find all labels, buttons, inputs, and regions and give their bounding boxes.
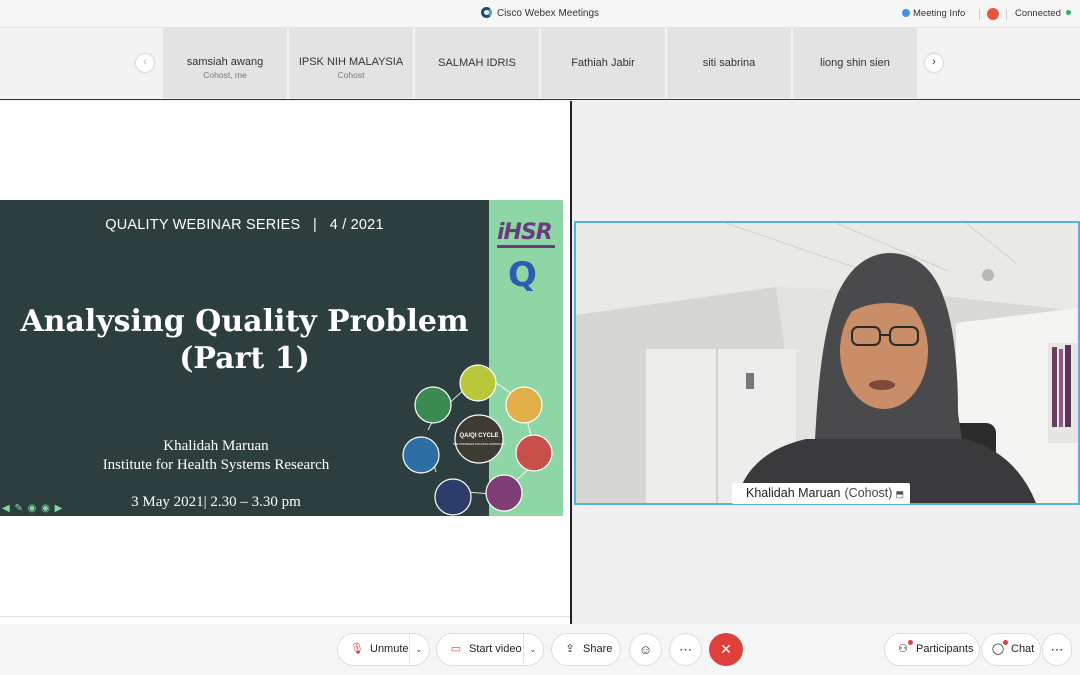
cycle-node xyxy=(434,478,472,516)
cycle-node xyxy=(515,434,553,472)
quality-q-logo: Q xyxy=(508,255,537,295)
notification-dot xyxy=(1003,640,1008,645)
strip-next-button[interactable]: › xyxy=(925,54,943,72)
participant-tile[interactable]: IPSK NIH MALAYSIA Cohost xyxy=(289,28,413,98)
chat-icon: ◯ xyxy=(991,643,1005,655)
unmute-button[interactable]: 🎙︎ Unmute ⌄ xyxy=(337,633,430,666)
slide-title-line: Analysing Quality Problem xyxy=(20,304,469,339)
logo-underline xyxy=(497,245,555,248)
slide-author: Khalidah Maruan xyxy=(163,438,269,454)
active-speaker-video[interactable] xyxy=(574,221,1080,505)
slide-author-block: Khalidah Maruan Institute for Health Sys… xyxy=(0,437,432,475)
webex-logo-icon xyxy=(480,7,492,18)
panel-more-button[interactable]: ⋯ xyxy=(1042,633,1072,666)
participant-tile[interactable]: SALMAH IDRIS xyxy=(415,28,539,98)
cycle-node xyxy=(485,474,523,512)
sharing-screen-icon: ⬒ xyxy=(895,489,904,499)
participant-tile[interactable]: samsiah awang Cohost, me xyxy=(163,28,287,98)
divider xyxy=(0,616,571,617)
speaker-role: (Cohost) xyxy=(844,486,893,500)
reactions-button[interactable]: ☺ xyxy=(629,633,662,666)
cycle-node xyxy=(459,364,497,402)
video-off-icon: ▭ xyxy=(450,643,462,655)
video-options-chevron-icon[interactable]: ⌄ xyxy=(529,634,537,665)
cycle-center-node xyxy=(454,414,504,464)
cycle-node xyxy=(402,436,440,474)
participant-name: liong shin sien xyxy=(820,57,890,69)
more-icon: ⋯ xyxy=(679,642,692,657)
participant-strip: ‹ samsiah awang Cohost, me IPSK NIH MALA… xyxy=(0,28,1080,100)
title-bar: Cisco Webex Meetings Meeting Info Connec… xyxy=(0,0,1080,28)
meeting-info-button[interactable]: Meeting Info xyxy=(902,8,965,19)
emoji-icon: ☺ xyxy=(638,642,653,657)
participants-button[interactable]: ⚇ Participants xyxy=(884,633,980,666)
speaker-name: Khalidah Maruan xyxy=(746,486,841,500)
strip-prev-button[interactable]: ‹ xyxy=(136,54,154,72)
mic-muted-icon: 🎙︎ xyxy=(350,643,364,655)
participants-icon: ⚇ xyxy=(898,643,908,655)
end-call-button[interactable]: ✕ xyxy=(709,633,743,666)
participant-name: SALMAH IDRIS xyxy=(438,57,516,69)
participant-role: Cohost, me xyxy=(203,70,247,80)
qa-qi-cycle-diagram: QA/QI CYCLE THE PROBLEM SOLVING APPROACH xyxy=(402,364,553,516)
divider xyxy=(409,634,410,665)
meeting-control-bar: 🎙︎ Unmute ⌄ ▭ Start video ⌄ ⇪ Share ☺ ⋯ ✕ ⚇… xyxy=(0,624,1080,675)
end-call-icon: ✕ xyxy=(720,641,732,657)
more-icon: ⋯ xyxy=(1050,642,1064,657)
participant-tile[interactable]: Fathiah Jabir xyxy=(541,28,665,98)
participant-name: Fathiah Jabir xyxy=(571,57,635,69)
more-options-button[interactable]: ⋯ xyxy=(669,633,702,666)
start-video-button[interactable]: ▭ Start video ⌄ xyxy=(436,633,544,666)
cycle-node xyxy=(505,386,543,424)
slide-date: 3 May 2021| 2.30 – 3.30 pm xyxy=(131,494,301,510)
connected-dot-icon xyxy=(1065,10,1071,15)
divider xyxy=(1006,9,1007,20)
participant-tile[interactable]: liong shin sien xyxy=(793,28,917,98)
audio-options-chevron-icon[interactable]: ⌄ xyxy=(415,634,423,665)
share-icon: ⇪ xyxy=(565,643,575,655)
divider xyxy=(523,634,524,665)
recording-icon[interactable] xyxy=(987,8,999,20)
camera-feed-image xyxy=(576,223,1078,503)
participant-name: samsiah awang xyxy=(186,56,264,68)
info-icon xyxy=(902,9,910,17)
slide-series-title: QUALITY WEBINAR SERIES | 4 / 2021 xyxy=(105,217,384,233)
ihsr-logo: iHSR xyxy=(497,220,553,245)
slide-institute: Institute for Health Systems Research xyxy=(102,457,330,473)
speaker-name-tag: Khalidah Maruan (Cohost) ⬒ xyxy=(732,483,910,504)
participant-role: Cohost xyxy=(337,70,365,80)
notification-dot xyxy=(908,640,913,645)
participant-name: siti sabrina xyxy=(702,57,756,69)
participant-tile[interactable]: siti sabrina xyxy=(667,28,791,98)
cycle-node xyxy=(414,386,452,424)
presentation-slide: QUALITY WEBINAR SERIES | 4 / 2021 Analys… xyxy=(0,200,563,516)
divider xyxy=(979,9,980,20)
slide-nav-tools[interactable]: ◀ ✎ ◉ ◉ ▶ xyxy=(2,503,63,514)
chat-button[interactable]: ◯ Chat xyxy=(981,633,1041,666)
cycle-center-label: QA/QI CYCLE xyxy=(459,433,498,439)
share-button[interactable]: ⇪ Share xyxy=(551,633,621,666)
cycle-center-sublabel: THE PROBLEM SOLVING APPROACH xyxy=(453,442,506,446)
participant-name: IPSK NIH MALAYSIA xyxy=(298,56,404,68)
connection-status: Connected xyxy=(1015,8,1071,19)
